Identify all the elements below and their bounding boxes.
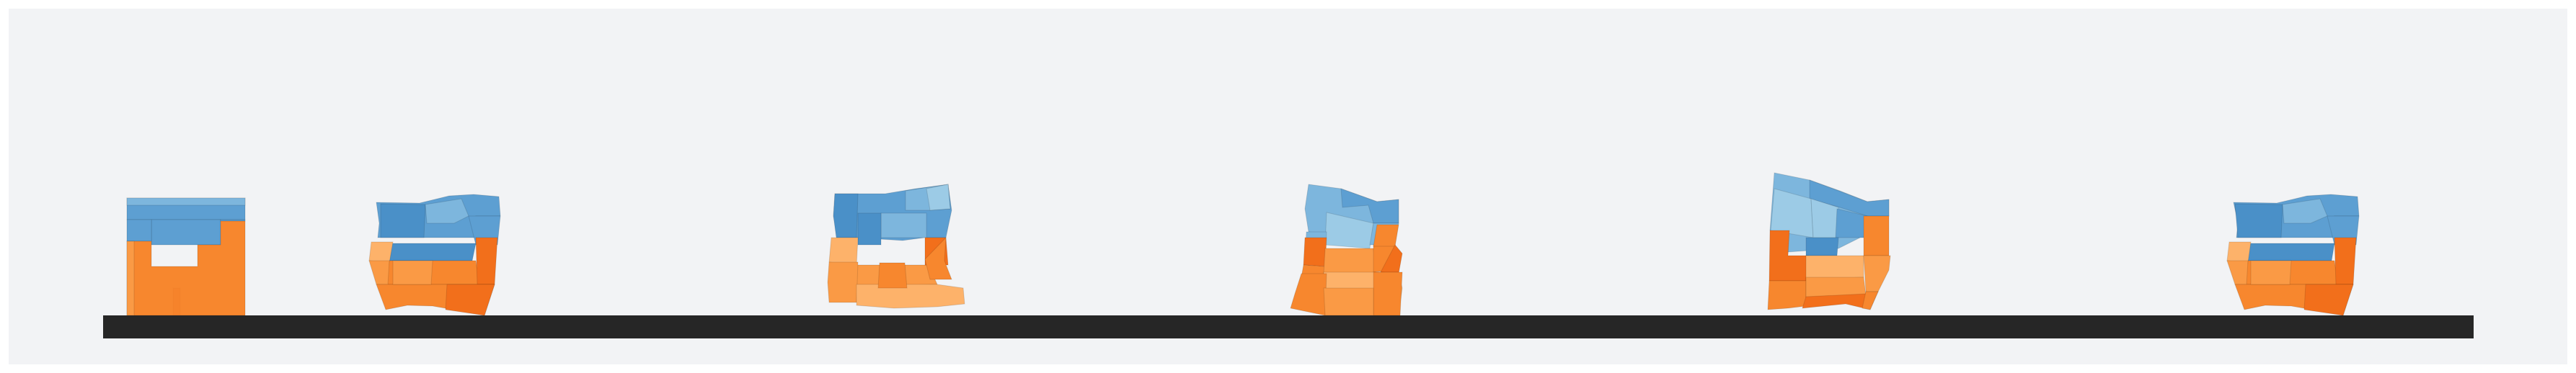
mesh-cell bbox=[2250, 260, 2292, 285]
simulation-canvas bbox=[0, 0, 2576, 373]
mesh-cell bbox=[380, 203, 426, 238]
mesh-cell bbox=[880, 212, 927, 238]
mesh-cell bbox=[2243, 243, 2335, 261]
scene-background bbox=[9, 9, 2567, 364]
mesh-cell bbox=[857, 212, 882, 246]
mesh-cell bbox=[2226, 241, 2252, 264]
mesh-cell bbox=[1767, 280, 1807, 310]
mesh-cell bbox=[1323, 248, 1376, 274]
mesh-cell bbox=[926, 184, 951, 211]
mesh-cell bbox=[1373, 224, 1399, 247]
mesh-cell bbox=[386, 243, 477, 261]
ground-plane bbox=[103, 315, 2474, 338]
mesh-cell bbox=[827, 261, 859, 303]
mesh-cell bbox=[1303, 237, 1327, 267]
simulation-svg bbox=[9, 9, 2567, 364]
mesh-cell bbox=[1805, 237, 1839, 256]
mesh-cell bbox=[126, 197, 246, 206]
soft-body-frame-1 bbox=[368, 194, 501, 316]
mesh-cell bbox=[877, 262, 908, 289]
mesh-cell bbox=[2334, 237, 2357, 285]
mesh-cell bbox=[368, 241, 394, 264]
mesh-cell bbox=[475, 237, 498, 285]
soft-body-frame-5 bbox=[2226, 194, 2360, 316]
mesh-cell bbox=[1373, 271, 1403, 316]
mesh-cell bbox=[1805, 255, 1864, 280]
mesh-cell bbox=[2234, 203, 2283, 238]
mesh-cell bbox=[1323, 287, 1374, 316]
mesh-cell bbox=[833, 193, 859, 238]
mesh-cell bbox=[828, 237, 859, 266]
mesh-cell bbox=[173, 288, 180, 315]
mesh-cell bbox=[856, 284, 965, 309]
soft-body-frame-3 bbox=[1290, 184, 1403, 318]
mesh-cell bbox=[126, 219, 152, 242]
mesh-cell bbox=[151, 219, 221, 246]
mesh-cell bbox=[126, 241, 135, 316]
mesh-cell bbox=[392, 260, 433, 285]
mesh-cell bbox=[1863, 215, 1890, 256]
